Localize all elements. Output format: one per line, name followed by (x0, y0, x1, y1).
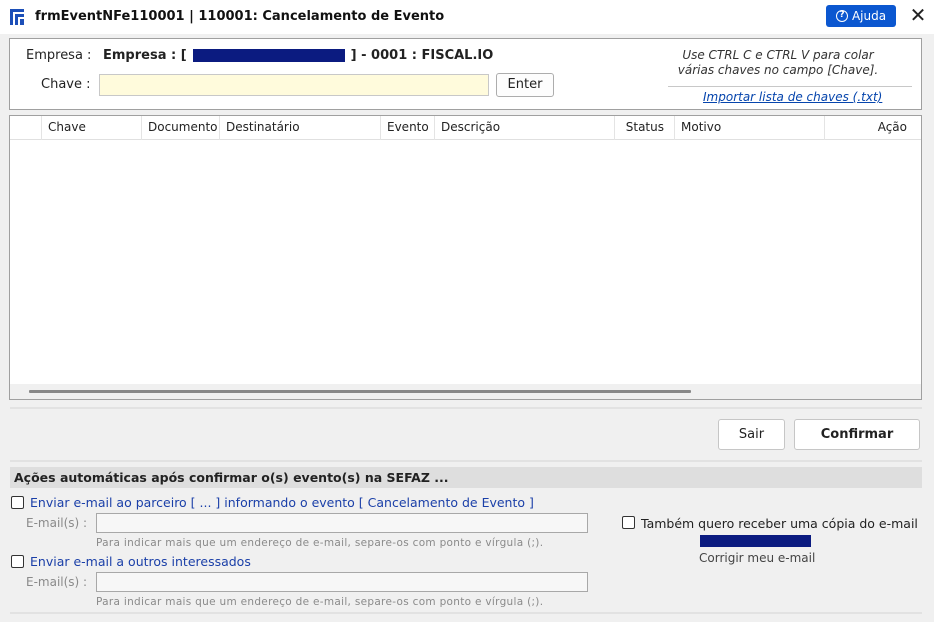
enter-button[interactable]: Enter (496, 73, 554, 97)
question-circle-icon: ? (835, 10, 848, 22)
fix-email-link[interactable]: Corrigir meu e-mail (699, 551, 815, 565)
confirm-button[interactable]: Confirmar (794, 419, 920, 450)
column-header-chave[interactable]: Chave (41, 116, 141, 140)
grid-header: Chave Documento Destinatário Evento Desc… (10, 116, 921, 140)
copy-email-label[interactable]: Também quero receber uma cópia do e-mail (641, 516, 918, 531)
others-email-label[interactable]: Enviar e-mail a outros interessados (30, 554, 251, 569)
empresa-prefix: Empresa : [ (103, 48, 187, 63)
email-hint: Para indicar mais que um endereço de e-m… (96, 537, 544, 549)
column-header-acao[interactable]: Ação (824, 116, 921, 140)
redacted-own-email (700, 535, 811, 547)
paste-hint: Use CTRL C e CTRL V para colar várias ch… (677, 48, 879, 77)
email-hint: Para indicar mais que um endereço de e-m… (96, 596, 544, 608)
column-header-documento[interactable]: Documento (141, 116, 219, 140)
partner-email-checkbox[interactable] (11, 496, 24, 509)
import-keys-link[interactable]: Importar lista de chaves (.txt) (703, 90, 882, 104)
others-email-checkbox[interactable] (11, 555, 24, 568)
chave-input[interactable] (99, 74, 489, 96)
divider (668, 86, 912, 87)
partner-email-input[interactable] (96, 513, 588, 533)
events-grid[interactable]: Chave Documento Destinatário Evento Desc… (9, 115, 922, 400)
scrollbar-thumb[interactable] (29, 390, 691, 393)
window-title: frmEventNFe110001 | 110001: Cancelamento… (35, 9, 445, 24)
divider (10, 612, 922, 614)
copy-email-checkbox[interactable] (622, 516, 635, 529)
exit-button[interactable]: Sair (718, 419, 785, 450)
redacted-company-name (192, 49, 345, 62)
column-header-descricao[interactable]: Descrição (434, 116, 614, 140)
empresa-suffix: ] - 0001 : FISCAL.IO (350, 48, 494, 63)
horizontal-scrollbar[interactable] (10, 384, 921, 399)
chave-label: Chave : (41, 77, 91, 92)
divider (10, 460, 922, 462)
app-logo-icon (10, 9, 24, 25)
help-button-label: Ajuda (851, 9, 887, 23)
column-header-evento[interactable]: Evento (380, 116, 434, 140)
empresa-value: Empresa : [ ] - 0001 : FISCAL.IO (103, 48, 493, 63)
column-header-destinatario[interactable]: Destinatário (219, 116, 380, 140)
divider (10, 407, 922, 409)
actions-title: Ações automáticas após confirmar o(s) ev… (14, 470, 449, 485)
column-header-motivo[interactable]: Motivo (674, 116, 824, 140)
others-email-input[interactable] (96, 572, 588, 592)
partner-email-label[interactable]: Enviar e-mail ao parceiro [ ... ] inform… (30, 495, 534, 510)
email-field-label: E-mail(s) : (26, 575, 88, 589)
column-header-status[interactable]: Status (614, 116, 674, 140)
empresa-label: Empresa : (26, 48, 92, 63)
close-icon[interactable]: ✕ (905, 4, 931, 28)
email-field-label: E-mail(s) : (26, 516, 88, 530)
help-button[interactable]: ? Ajuda (826, 5, 896, 27)
